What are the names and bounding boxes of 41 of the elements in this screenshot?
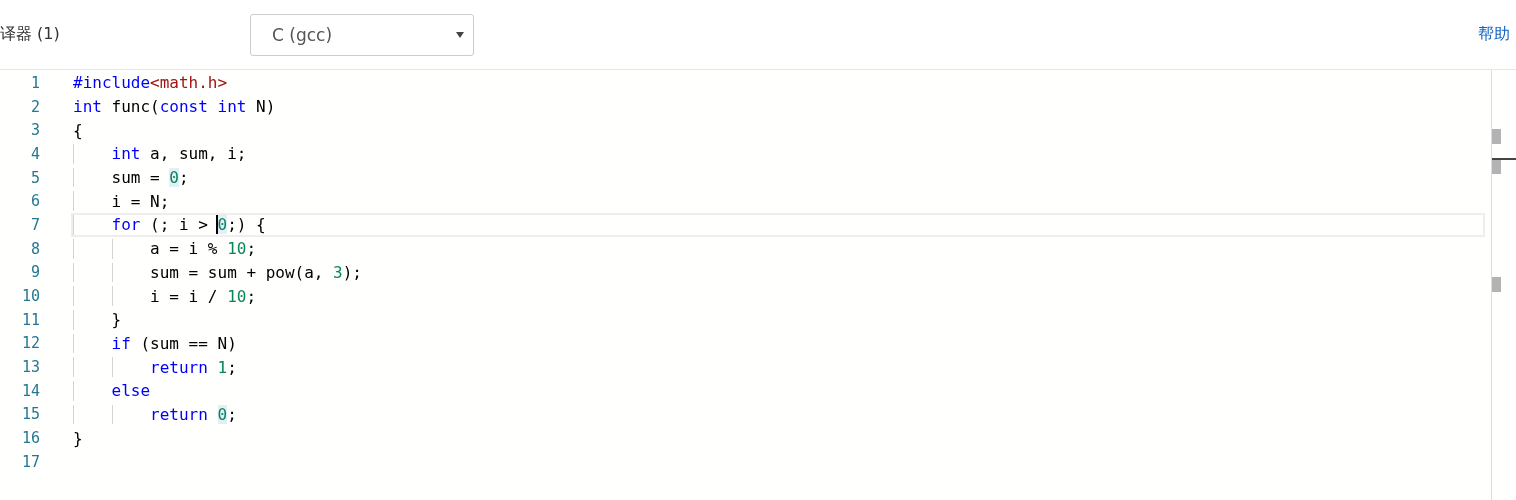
ruler-mark <box>1492 129 1501 144</box>
line-number: 6 <box>29 192 40 211</box>
code-line: } <box>73 428 83 448</box>
code-line: sum = 0; <box>110 168 189 188</box>
code-line: return 0; <box>149 404 237 424</box>
line-number: 5 <box>29 168 40 187</box>
caret-icon <box>456 31 464 38</box>
code-line: } <box>110 310 122 330</box>
line-number: 3 <box>29 121 40 140</box>
code-line: a = i % 10; <box>149 239 257 259</box>
code-line: for (; i > 0;) { <box>110 215 266 235</box>
line-number: 1 <box>29 73 40 92</box>
line-number: 8 <box>29 239 40 258</box>
code-line: sum = sum + pow(a, 3); <box>149 262 362 282</box>
line-number: 7 <box>29 215 40 234</box>
line-number: 9 <box>29 263 40 282</box>
line-number: 16 <box>20 429 40 448</box>
code-line: i = N; <box>110 191 170 211</box>
ruler-mark <box>1492 277 1501 292</box>
line-number: 2 <box>29 97 40 116</box>
code-line: #include<math.h> <box>73 73 228 93</box>
line-number: 4 <box>29 144 40 163</box>
line-number: 10 <box>20 287 40 306</box>
line-number: 11 <box>20 310 40 329</box>
code-line: { <box>73 120 83 140</box>
line-number: 17 <box>20 452 40 471</box>
line-number: 12 <box>20 334 40 353</box>
code-line: return 1; <box>149 357 237 377</box>
code-line: int func(const int N) <box>73 97 276 117</box>
line-number: 14 <box>20 381 40 400</box>
code-line: i = i / 10; <box>149 286 257 306</box>
code-line: else <box>110 381 151 401</box>
help-link[interactable]: 帮助 <box>1478 24 1510 45</box>
line-number: 13 <box>20 358 40 377</box>
ruler-mark <box>1492 159 1501 174</box>
compiler-select[interactable]: C (gcc) <box>250 13 474 56</box>
compiler-count-label: 译器 (1) <box>0 24 61 45</box>
line-number: 15 <box>20 405 40 424</box>
code-line: if (sum == N) <box>110 333 237 353</box>
cursor-marker <box>1492 158 1516 160</box>
code-line: int a, sum, i; <box>110 144 247 164</box>
